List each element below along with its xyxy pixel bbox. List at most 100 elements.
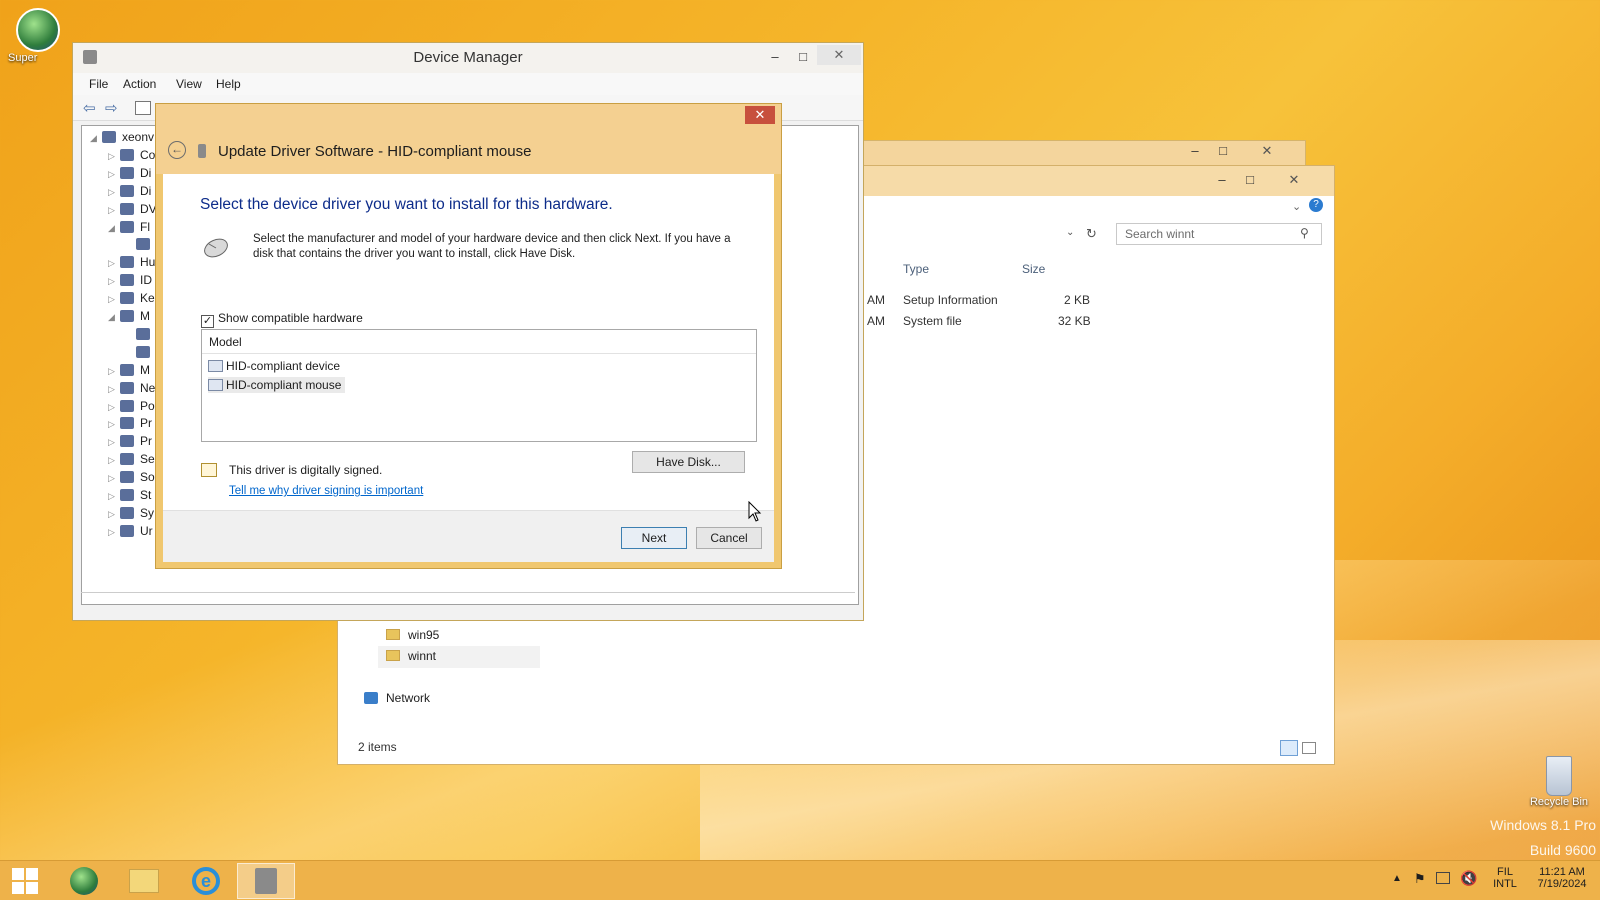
tree-node[interactable] (124, 327, 156, 341)
expand-arrow-icon[interactable]: ▷ (108, 294, 120, 305)
have-disk-button[interactable]: Have Disk... (632, 451, 745, 473)
model-column-header[interactable]: Model (202, 330, 756, 354)
tree-node[interactable]: ▷ Sy (108, 506, 154, 520)
tray-expand-icon[interactable]: ▲ (1392, 873, 1402, 884)
tree-node[interactable]: ◢ Fl (108, 220, 150, 234)
details-view-icon[interactable] (1280, 740, 1298, 756)
help-icon[interactable]: ? (1309, 198, 1323, 212)
tree-node[interactable] (124, 345, 156, 359)
ribbon-expand-icon[interactable]: ⌄ (1292, 200, 1301, 213)
column-header-type[interactable]: Type (903, 262, 929, 276)
tree-node[interactable]: ▷ Ke (108, 291, 155, 305)
tree-node[interactable]: ▷ Ne (108, 381, 155, 395)
expand-arrow-icon[interactable]: ▷ (108, 473, 120, 484)
close-icon[interactable]: ✕ (817, 45, 861, 65)
start-button[interactable] (0, 863, 50, 899)
network-tray-icon[interactable] (1436, 872, 1450, 884)
expand-arrow-icon[interactable]: ▷ (108, 169, 120, 180)
minimize-icon[interactable]: – (1208, 170, 1236, 190)
minimize-icon[interactable]: – (1181, 141, 1209, 161)
tree-node-label: Ur (140, 523, 153, 538)
collapse-arrow-icon[interactable]: ◢ (108, 312, 120, 323)
tree-node[interactable]: ▷ ID (108, 273, 152, 287)
address-dropdown-icon[interactable]: ⌄ (1066, 227, 1074, 238)
desktop-icon-super[interactable]: Super (8, 8, 68, 64)
back-arrow-icon[interactable]: ⇦ (83, 99, 96, 117)
back-icon[interactable]: ← (168, 141, 186, 159)
forward-arrow-icon[interactable]: ⇨ (105, 99, 118, 117)
action-center-flag-icon[interactable]: ⚑ (1414, 871, 1426, 887)
show-compatible-checkbox[interactable]: ✓ Show compatible hardware (201, 311, 363, 328)
minimize-icon[interactable]: – (761, 47, 789, 67)
driver-signing-link[interactable]: Tell me why driver signing is important (229, 485, 423, 497)
expand-arrow-icon[interactable]: ▷ (108, 187, 120, 198)
taskbar-file-explorer[interactable] (115, 863, 173, 899)
clock[interactable]: 11:21 AM 7/19/2024 (1528, 866, 1596, 890)
expand-arrow-icon[interactable]: ▷ (108, 527, 120, 538)
tree-node[interactable]: ▷ St (108, 488, 151, 502)
taskbar-internet-explorer[interactable]: e (177, 863, 235, 899)
tree-node[interactable]: ◢ M (108, 309, 150, 323)
collapse-arrow-icon[interactable]: ◢ (90, 133, 102, 144)
expand-arrow-icon[interactable]: ▷ (108, 491, 120, 502)
maximize-icon[interactable]: □ (789, 47, 817, 67)
close-icon[interactable]: ✕ (745, 106, 775, 124)
tree-node[interactable]: ▷ DV (108, 202, 157, 216)
properties-icon[interactable] (135, 101, 151, 115)
tree-node[interactable]: ▷ Pr (108, 416, 152, 430)
nav-network[interactable]: Network (364, 691, 430, 705)
expand-arrow-icon[interactable]: ▷ (108, 205, 120, 216)
model-list[interactable]: Model HID-compliant device HID-compliant… (201, 329, 757, 442)
menu-help[interactable]: Help (216, 77, 241, 91)
tree-node[interactable]: ▷ Ur (108, 524, 153, 538)
tree-node[interactable] (124, 237, 156, 251)
expand-arrow-icon[interactable]: ▷ (108, 509, 120, 520)
expand-arrow-icon[interactable]: ▷ (108, 384, 120, 395)
collapse-arrow-icon[interactable]: ◢ (108, 223, 120, 234)
update-driver-dialog[interactable]: ✕ ← Update Driver Software - HID-complia… (155, 103, 782, 569)
device-category-icon (120, 417, 134, 430)
checkbox-check-icon[interactable]: ✓ (201, 315, 214, 328)
close-icon[interactable]: ✕ (1264, 170, 1324, 190)
model-item-hid-device[interactable]: HID-compliant device (208, 358, 344, 374)
close-icon[interactable]: ✕ (1241, 141, 1293, 161)
expand-arrow-icon[interactable]: ▷ (108, 258, 120, 269)
nav-folder-winnt[interactable]: winnt (378, 646, 540, 668)
expand-arrow-icon[interactable]: ▷ (108, 437, 120, 448)
input-language[interactable]: FIL INTL (1490, 866, 1520, 890)
tree-node[interactable]: ▷ Se (108, 452, 155, 466)
expand-arrow-icon[interactable]: ▷ (108, 366, 120, 377)
large-icons-view-icon[interactable] (1302, 742, 1316, 754)
volume-muted-icon[interactable]: 🔇 (1460, 870, 1477, 887)
search-input[interactable]: Search winnt (1116, 223, 1322, 245)
next-button[interactable]: Next (621, 527, 687, 549)
tree-node[interactable]: ▷ Co (108, 148, 155, 162)
maximize-icon[interactable]: □ (1236, 170, 1264, 190)
menu-action[interactable]: Action (123, 77, 156, 91)
tree-node[interactable]: ▷ Di (108, 166, 151, 180)
expand-arrow-icon[interactable]: ▷ (108, 402, 120, 413)
taskbar-device-manager[interactable] (237, 863, 295, 899)
desktop-icon-recycle-bin[interactable]: Recycle Bin (1522, 756, 1596, 808)
tree-node[interactable]: ▷ Po (108, 399, 155, 413)
tree-node[interactable]: ▷ So (108, 470, 155, 484)
maximize-icon[interactable]: □ (1209, 141, 1237, 161)
expand-arrow-icon[interactable]: ▷ (108, 151, 120, 162)
column-header-size[interactable]: Size (1022, 262, 1045, 276)
cancel-button[interactable]: Cancel (696, 527, 762, 549)
expand-arrow-icon[interactable]: ▷ (108, 419, 120, 430)
expand-arrow-icon[interactable]: ▷ (108, 455, 120, 466)
tree-node[interactable]: ▷ Hu (108, 255, 155, 269)
nav-folder-win95[interactable]: win95 (386, 628, 439, 642)
expand-arrow-icon[interactable]: ▷ (108, 276, 120, 287)
tree-node[interactable]: ▷ M (108, 363, 150, 377)
tree-node[interactable]: ▷ Di (108, 184, 151, 198)
menu-file[interactable]: File (89, 77, 108, 91)
model-item-hid-mouse[interactable]: HID-compliant mouse (208, 377, 346, 393)
tree-root[interactable]: ◢ xeonv (90, 130, 154, 144)
taskbar-super-app[interactable] (55, 863, 113, 899)
menu-view[interactable]: View (176, 77, 202, 91)
search-icon[interactable]: ⚲ (1300, 226, 1309, 240)
refresh-icon[interactable]: ↻ (1086, 226, 1097, 242)
tree-node[interactable]: ▷ Pr (108, 434, 152, 448)
